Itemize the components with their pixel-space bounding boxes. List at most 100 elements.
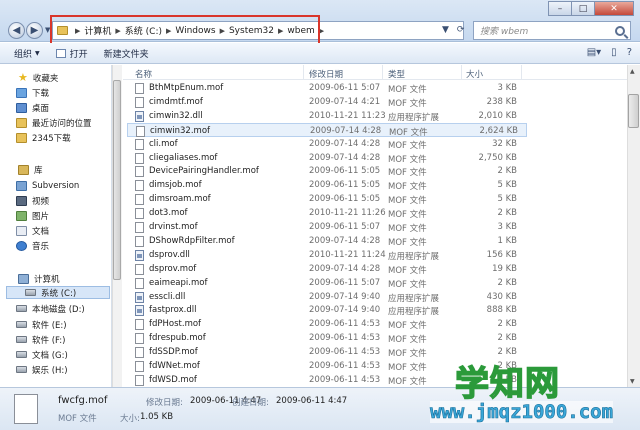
file-row[interactable]: cimwin32.dll 2010-11-21 11:23 应用程序扩展 2,010 … [127, 109, 527, 123]
nav-drive-e[interactable]: 软件 (E:) [16, 318, 67, 331]
forward-button[interactable]: ▶ [26, 22, 43, 39]
file-name: dsprov.mof [149, 263, 197, 274]
file-date: 2010-11-21 11:26 [309, 208, 386, 219]
open-button[interactable]: 打开 [55, 47, 88, 60]
file-row[interactable]: cimwin32.mof 2009-07-14 4:28 MOF 文件 2,624 K… [127, 122, 527, 138]
file-row[interactable]: drvinst.mof 2009-06-11 5:07 MOF 文件 3 KB [127, 220, 527, 234]
new-folder-button[interactable]: 新建文件夹 [104, 47, 149, 60]
preview-pane-icon[interactable]: ▯ [611, 47, 617, 58]
mof-file-icon [135, 319, 144, 331]
file-row[interactable]: dimsjob.mof 2009-06-11 5:05 MOF 文件 5 KB [127, 178, 527, 192]
file-row[interactable]: dsprov.dll 2010-11-21 11:24 应用程序扩展 156 KB [127, 248, 527, 262]
column-divider[interactable] [521, 65, 522, 80]
back-button[interactable]: ◀ [8, 22, 25, 39]
file-name: eaimeapi.mof [149, 277, 208, 288]
file-size: 3 KB [497, 83, 517, 93]
scroll-down-icon[interactable]: ▼ [630, 378, 635, 385]
file-size: 888 KB [486, 305, 517, 316]
nav-pictures[interactable]: 图片 [16, 209, 49, 222]
file-date: 2009-07-14 4:28 [309, 263, 381, 274]
file-row[interactable]: dimsroam.mof 2009-06-11 5:05 MOF 文件 5 KB [127, 192, 527, 206]
subversion-icon [16, 180, 27, 191]
file-type: MOF 文件 [388, 210, 427, 221]
organize-button[interactable]: 组织 ▼ [14, 47, 40, 60]
nav-2345-downloads[interactable]: 2345下载 [16, 131, 71, 144]
view-options-icon[interactable]: ▤▾ [587, 47, 601, 58]
file-row[interactable]: fdrespub.mof 2009-06-11 4:53 MOF 文件 2 KB [127, 331, 527, 345]
address-dropdown-icon[interactable]: ▼ [442, 25, 449, 35]
file-row[interactable]: dot3.mof 2010-11-21 11:26 MOF 文件 2 KB [127, 206, 527, 220]
file-date: 2009-07-14 4:28 [309, 138, 381, 149]
nav-documents[interactable]: 文档 [16, 224, 49, 237]
file-type: MOF 文件 [388, 349, 427, 360]
nav-drive-h[interactable]: 娱乐 (H:) [16, 363, 68, 376]
file-date: 2009-07-14 4:28 [309, 152, 381, 163]
file-row[interactable]: esscli.dll 2009-07-14 9:40 应用程序扩展 430 KB [127, 290, 527, 304]
file-row[interactable]: dsprov.mof 2009-07-14 4:28 MOF 文件 19 KB [127, 262, 527, 276]
file-date: 2009-07-14 4:21 [309, 96, 381, 107]
file-row[interactable]: BthMtpEnum.mof 2009-06-11 5:07 MOF 文件 3 KB [127, 81, 527, 95]
drive-icon [16, 305, 27, 312]
file-row[interactable]: DevicePairingHandler.mof 2009-06-11 5:05 M… [127, 164, 527, 178]
nav-music[interactable]: 音乐 [16, 239, 49, 252]
nav-drive-g[interactable]: 文档 (G:) [16, 348, 68, 361]
music-library-icon [16, 240, 27, 251]
file-row[interactable]: eaimeapi.mof 2009-06-11 5:07 MOF 文件 2 KB [127, 276, 527, 290]
close-button[interactable]: ✕ [594, 1, 634, 16]
nav-favorites[interactable]: ★ 收藏夹 [18, 71, 58, 84]
file-row[interactable]: cli.mof 2009-07-14 4:28 MOF 文件 32 KB [127, 137, 527, 151]
nav-libraries[interactable]: 库 [18, 163, 43, 176]
nav-downloads[interactable]: 下载 [16, 86, 49, 99]
file-date: 2009-06-11 5:05 [309, 166, 381, 177]
column-name[interactable]: 名称 [135, 68, 152, 80]
mof-file-icon [136, 125, 145, 137]
minimize-button[interactable]: – [548, 1, 572, 16]
nav-videos[interactable]: 视频 [16, 194, 49, 207]
star-icon: ★ [18, 70, 28, 84]
details-size-value: 1.05 KB [140, 412, 174, 422]
drive-icon [16, 351, 27, 358]
search-icon[interactable] [615, 25, 625, 36]
column-type[interactable]: 类型 [388, 68, 405, 80]
file-size: 3 KB [497, 222, 517, 232]
file-row[interactable]: fdPHost.mof 2009-06-11 4:53 MOF 文件 2 KB [127, 317, 527, 331]
column-size[interactable]: 大小 [466, 68, 483, 80]
library-icon [18, 164, 29, 175]
file-row[interactable]: cimdmtf.mof 2009-07-14 4:21 MOF 文件 238 KB [127, 95, 527, 109]
file-row[interactable]: DShowRdpFilter.mof 2009-07-14 4:28 MOF 文件 1… [127, 234, 527, 248]
file-row[interactable]: cliegaliases.mof 2009-07-14 4:28 MOF 文件 2,7… [127, 151, 527, 165]
column-divider[interactable] [382, 65, 383, 80]
search-input[interactable]: 搜索 wbem [480, 24, 615, 37]
file-type: MOF 文件 [388, 265, 427, 276]
scroll-up-icon[interactable]: ▲ [630, 68, 635, 75]
mof-file-icon [135, 208, 144, 220]
maximize-button[interactable]: □ [571, 1, 595, 16]
file-row[interactable]: fastprox.dll 2009-07-14 9:40 应用程序扩展 888 KB [127, 303, 527, 317]
nav-drive-f[interactable]: 软件 (F:) [16, 333, 65, 346]
nav-scrollbar-thumb[interactable] [113, 80, 121, 280]
nav-recent[interactable]: 最近访问的位置 [16, 116, 92, 129]
nav-desktop[interactable]: 桌面 [16, 101, 49, 114]
open-label: 打开 [69, 49, 88, 60]
nav-drive-d[interactable]: 本地磁盘 (D:) [16, 302, 85, 315]
column-divider[interactable] [461, 65, 462, 80]
search-box[interactable]: 搜索 wbem [473, 21, 631, 40]
drive-icon [16, 336, 27, 343]
refresh-icon[interactable]: ⟳ [457, 25, 465, 35]
file-size: 2 KB [497, 277, 517, 288]
column-date[interactable]: 修改日期 [309, 68, 343, 80]
dll-file-icon [135, 110, 144, 122]
nav-drive-c[interactable]: 系统 (C:) [6, 286, 110, 299]
help-icon[interactable]: ? [627, 47, 632, 58]
address-tools: ▼ ⟳ [442, 25, 464, 35]
command-bar: 组织 ▼ 打开 新建文件夹 ▤▾ ▯ ? [0, 43, 640, 64]
file-type: MOF 文件 [388, 98, 427, 109]
column-divider[interactable] [303, 65, 304, 80]
file-date: 2010-11-21 11:23 [309, 110, 386, 121]
file-list-scrollbar-thumb[interactable] [628, 94, 639, 128]
file-date: 2009-06-11 5:05 [309, 180, 381, 191]
file-type: MOF 文件 [388, 182, 427, 193]
nav-computer[interactable]: 计算机 [18, 272, 60, 285]
picture-library-icon [16, 210, 27, 221]
nav-subversion[interactable]: Subversion [16, 179, 79, 192]
